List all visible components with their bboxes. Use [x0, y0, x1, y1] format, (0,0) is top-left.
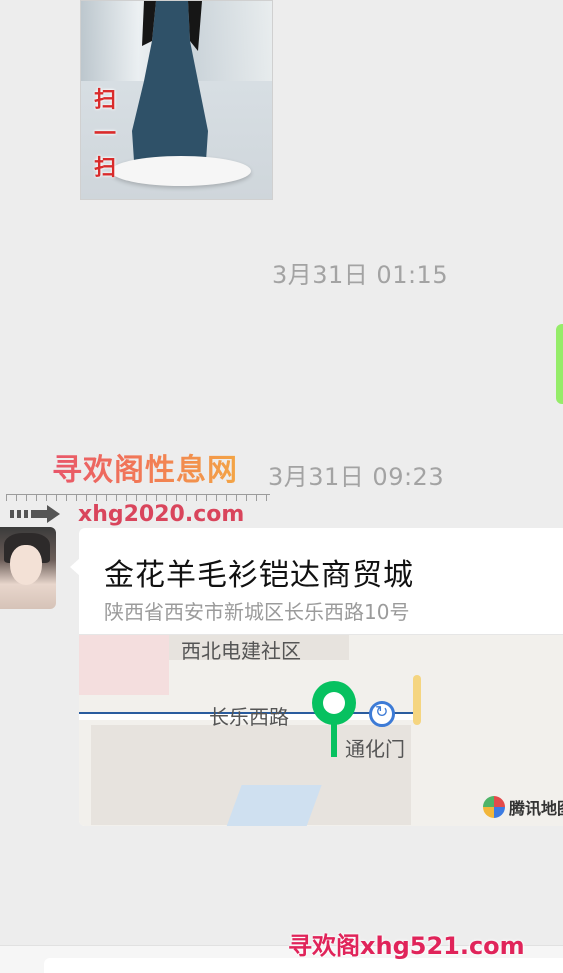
map-water — [226, 785, 322, 826]
sent-message-bubble[interactable] — [556, 324, 563, 404]
overlay-char: 一 — [93, 121, 116, 147]
avatar[interactable] — [0, 527, 56, 609]
location-map[interactable]: 西北电建社区 长乐西路 通化门 腾讯地图 — [79, 634, 563, 826]
overlay-char: 扫 — [93, 87, 116, 113]
avatar-face — [10, 545, 42, 585]
map-block — [79, 635, 169, 695]
tencent-map-logo-icon — [483, 796, 505, 818]
watermark-site-name: 寻欢阁性息网 — [52, 445, 238, 489]
image-overlay-text: 扫 一 扫 — [89, 83, 121, 185]
map-label-area: 西北电建社区 — [181, 639, 301, 663]
metro-station-icon — [369, 701, 395, 727]
location-pin-icon — [312, 681, 356, 757]
map-road — [413, 675, 421, 725]
location-title: 金花羊毛衫铠达商贸城 — [104, 558, 414, 593]
watermark-url: xhg2020.com — [78, 502, 245, 527]
watermark-ruler — [6, 494, 270, 502]
image-message[interactable]: 扫 一 扫 — [80, 0, 273, 200]
overlay-char: 扫 — [93, 155, 116, 181]
map-label-road: 长乐西路 — [209, 705, 289, 729]
message-timestamp: 3月31日 09:23 — [268, 463, 445, 491]
watermark-arrow-icon — [10, 505, 60, 523]
message-timestamp: 3月31日 01:15 — [272, 261, 449, 289]
watermark-bottom: 寻欢阁xhg521.com — [288, 932, 525, 960]
image-stool — [111, 156, 251, 186]
map-brand: 腾讯地图 — [509, 799, 563, 818]
location-message[interactable]: 金花羊毛衫铠达商贸城 陕西省西安市新城区长乐西路10号 西北电建社区 长乐西路 … — [79, 528, 563, 826]
location-address: 陕西省西安市新城区长乐西路10号 — [104, 600, 410, 624]
